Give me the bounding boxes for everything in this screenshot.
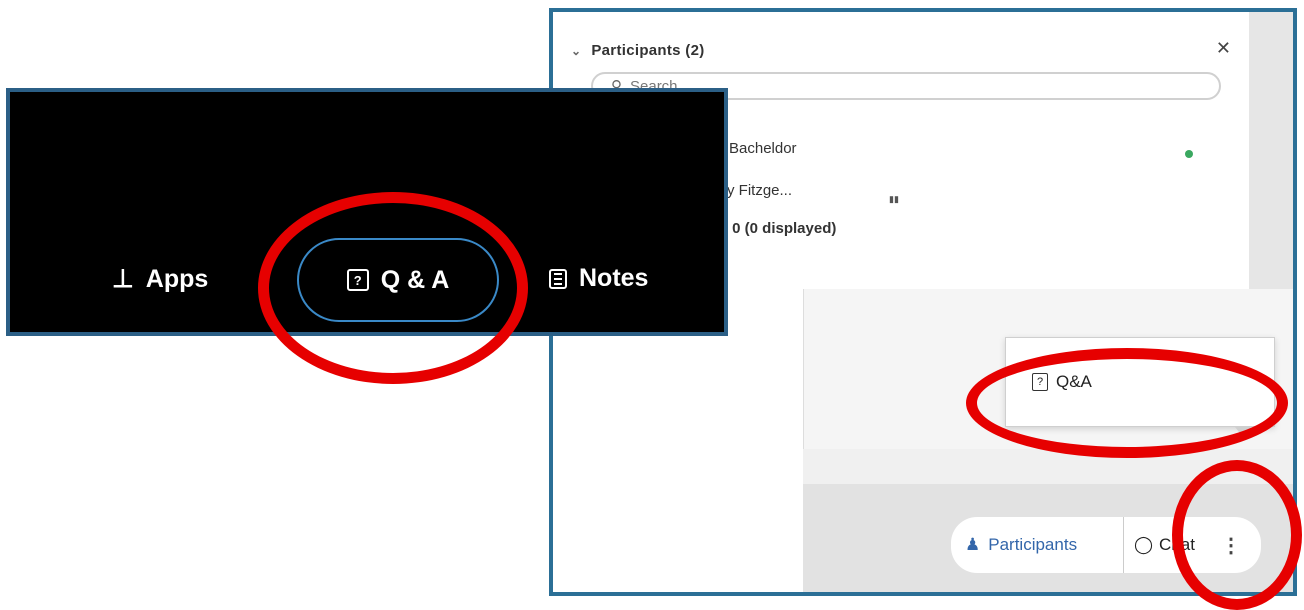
participant-name[interactable]: y Fitzge...: [727, 182, 792, 199]
menu-pointer: [1235, 427, 1251, 437]
qa-label: Q & A: [380, 265, 450, 294]
tab-participants[interactable]: ♟ Participants: [951, 517, 1123, 573]
chevron-down-icon[interactable]: ⌄: [571, 44, 581, 58]
notes-button[interactable]: Notes: [549, 264, 648, 293]
chat-bubble-icon: ◯: [1134, 535, 1154, 554]
participant-name[interactable]: Bacheldor: [729, 140, 797, 157]
apps-label: Apps: [145, 264, 209, 293]
qa-icon: ?: [346, 269, 369, 291]
menu-qa-label: Q&A: [1056, 372, 1092, 391]
qa-icon: ?: [1032, 373, 1048, 391]
tab-chat-label: Chat: [1159, 535, 1195, 554]
more-vertical-icon[interactable]: ⋮: [1201, 517, 1261, 573]
meeting-toolbar: ⊥ Apps ? Q & A Notes: [6, 88, 728, 336]
apps-icon: ⊥: [112, 265, 134, 293]
signal-icon: ▮▮: [889, 194, 899, 204]
participants-title: Participants (2): [591, 42, 705, 59]
notes-label: Notes: [579, 264, 649, 292]
tab-participants-label: Participants: [988, 535, 1078, 554]
person-icon: ♟: [965, 535, 981, 554]
qa-button[interactable]: ? Q & A: [297, 238, 499, 322]
notes-icon: [549, 268, 567, 289]
overlay-screenshot: ? Q&A ♟ Participants ◯ Chat ⋮: [783, 289, 1293, 592]
more-menu[interactable]: ? Q&A: [1005, 337, 1275, 427]
apps-button[interactable]: ⊥ Apps: [112, 264, 208, 294]
status-indicator: [1185, 150, 1193, 158]
close-icon[interactable]: ✕: [1216, 38, 1231, 59]
participants-header[interactable]: ⌄ Participants (2): [571, 42, 705, 59]
attendee-count: : 0 (0 displayed): [723, 220, 837, 237]
tab-chat[interactable]: ◯ Chat: [1123, 517, 1201, 573]
